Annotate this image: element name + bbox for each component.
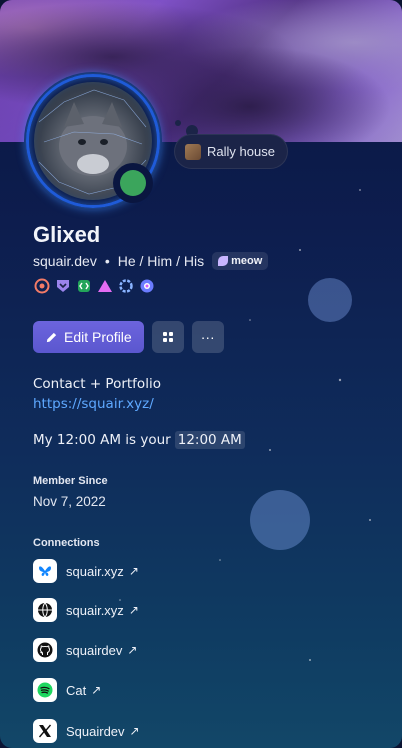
bio-timestamp-line: My 12:00 AM is your 12:00 AM [33, 431, 245, 449]
orbs-icon[interactable] [138, 277, 155, 294]
username[interactable]: squair.dev [33, 253, 97, 269]
custom-status-bubble[interactable]: Rally house [174, 134, 288, 169]
connection-item[interactable]: Cat ↗ [33, 678, 101, 702]
external-link-icon: ↗ [91, 683, 102, 697]
online-status-indicator [113, 163, 153, 203]
timestamp-chip[interactable]: 12:00 AM [174, 431, 245, 449]
member-since-date: Nov 7, 2022 [33, 494, 106, 509]
bluesky-icon [33, 559, 57, 583]
clan-tag-label: meow [231, 255, 263, 267]
connection-item[interactable]: Squairdev ↗ [33, 719, 140, 743]
handle-row: squair.dev • He / Him / His meow [33, 252, 269, 270]
connection-label: Cat [66, 682, 87, 698]
member-since-title: Member Since [33, 475, 108, 487]
quest-icon[interactable] [117, 277, 134, 294]
separator-dot: • [104, 253, 110, 269]
profile-action-row: Edit Profile ··· [33, 321, 224, 353]
bio-time-prefix: My 12:00 AM is your [33, 432, 171, 448]
hypesquad-icon[interactable] [33, 277, 50, 294]
pencil-icon [46, 332, 57, 342]
external-link-icon: ↗ [128, 564, 139, 578]
server-tag-icon [162, 332, 173, 342]
leaf-icon [218, 256, 229, 266]
nitro-icon[interactable] [54, 277, 71, 294]
bio-heading: Contact + Portfolio [33, 376, 161, 392]
x-icon [33, 719, 57, 743]
status-emoji-icon [185, 143, 201, 160]
globe-icon [33, 598, 57, 622]
external-link-icon: ↗ [127, 643, 138, 657]
clan-tag-badge[interactable]: meow [212, 252, 269, 270]
edit-profile-label: Edit Profile [64, 329, 132, 345]
github-icon [33, 638, 57, 662]
edit-profile-button[interactable]: Edit Profile [33, 321, 144, 353]
profile-badges [33, 277, 155, 294]
connections-title: Connections [33, 537, 100, 549]
active-developer-icon[interactable] [96, 277, 113, 294]
pronouns: He / Him / His [117, 253, 205, 269]
server-tag-button[interactable] [151, 321, 184, 353]
display-name: Glixed [33, 222, 101, 247]
connection-item[interactable]: squairdev ↗ [33, 638, 137, 662]
connection-label: Squairdev [66, 723, 125, 739]
connection-label: squair.xyz [66, 602, 124, 618]
profile-card: Rally house Glixed squair.dev • He / Him… [0, 0, 402, 748]
connection-item[interactable]: squair.xyz ↗ [33, 598, 139, 622]
external-link-icon: ↗ [128, 603, 139, 617]
bio-link[interactable]: https://squair.xyz/ [33, 396, 154, 412]
custom-status-text: Rally house [207, 144, 275, 159]
connection-label: squair.xyz [66, 563, 124, 579]
connection-item[interactable]: squair.xyz ↗ [33, 559, 139, 583]
ellipsis-icon: ··· [200, 329, 215, 345]
connection-label: squairdev [66, 642, 123, 658]
external-link-icon: ↗ [129, 724, 140, 738]
more-options-button[interactable]: ··· [191, 321, 224, 353]
spotify-icon [33, 678, 57, 702]
status-bubble-tail-small [175, 120, 181, 126]
server-boost-icon[interactable] [75, 277, 92, 294]
